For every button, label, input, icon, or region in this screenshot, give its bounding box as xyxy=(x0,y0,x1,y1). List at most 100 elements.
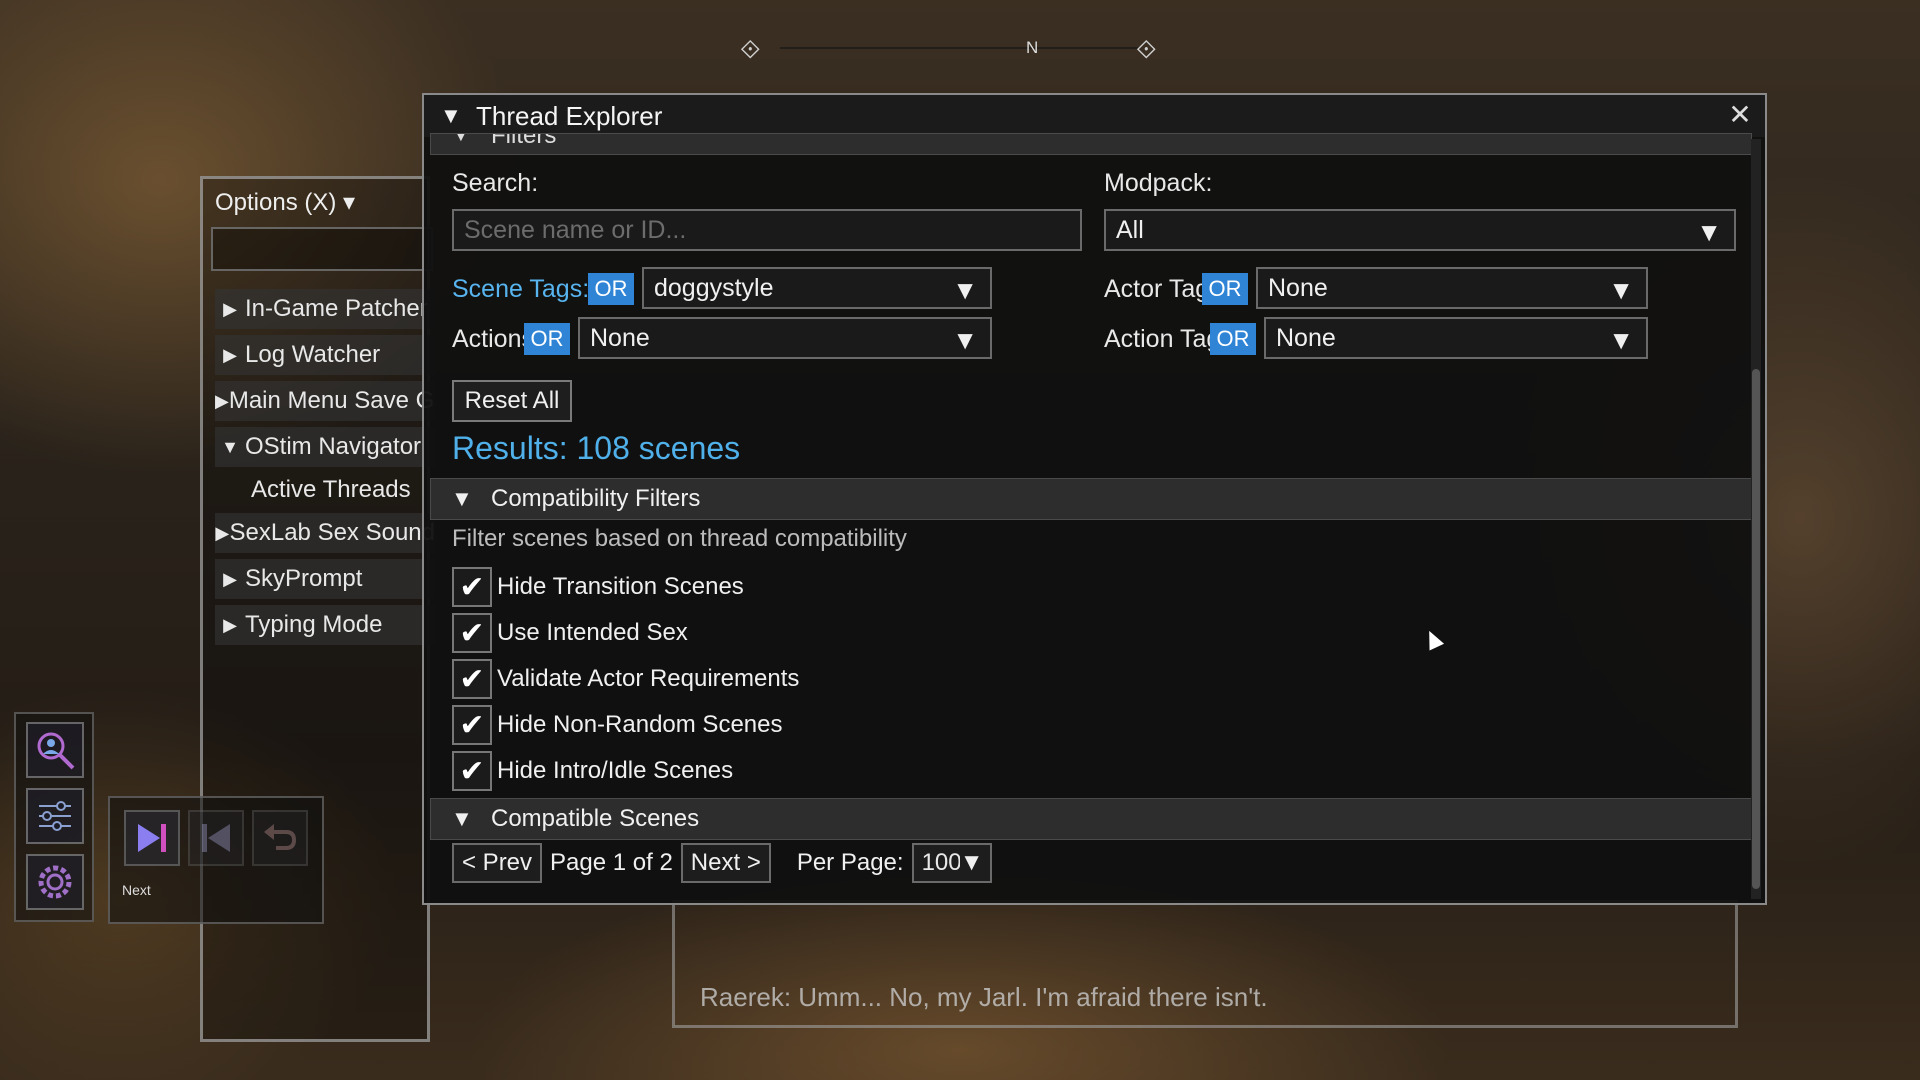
options-item-sexlab-sex-sound[interactable]: ▶ SexLab Sex Sound xyxy=(215,513,435,553)
filters-section-label: Filters xyxy=(491,133,557,149)
per-page-label: Per Page: xyxy=(796,849,904,876)
checkbox-hide-intro-idle-scenes[interactable]: ✔ Hide Intro/Idle Scenes xyxy=(452,751,733,791)
collapse-icon: ▼ xyxy=(451,806,473,831)
search-people-icon[interactable] xyxy=(26,722,84,778)
actions-select[interactable]: None ▼ xyxy=(578,317,992,359)
compass-ornament-right-icon: ⟐ xyxy=(1136,34,1157,64)
sliders-icon[interactable] xyxy=(26,788,84,844)
checkmark-icon[interactable]: ✔ xyxy=(452,567,492,607)
modpack-label: Modpack: xyxy=(1104,169,1213,197)
checkbox-use-intended-sex[interactable]: ✔ Use Intended Sex xyxy=(452,613,688,653)
action-tags-select[interactable]: None ▼ xyxy=(1264,317,1648,359)
close-icon[interactable]: ✕ xyxy=(1727,101,1753,129)
next-page-button[interactable]: Next > xyxy=(680,843,771,883)
checkbox-validate-actor-requirements[interactable]: ✔ Validate Actor Requirements xyxy=(452,659,799,699)
skip-previous-icon[interactable] xyxy=(188,810,244,866)
checkmark-icon[interactable]: ✔ xyxy=(452,751,492,791)
next-label: Next xyxy=(122,882,151,898)
scrollbar[interactable] xyxy=(1751,139,1761,899)
options-subitem-label: Active Threads xyxy=(251,476,411,503)
checkbox-label: Validate Actor Requirements xyxy=(497,665,800,692)
search-label: Search: xyxy=(452,169,539,197)
per-page-select[interactable]: 100 ▼ xyxy=(911,843,992,883)
options-item-label: SexLab Sex Sound xyxy=(229,519,436,546)
options-search-input[interactable] xyxy=(211,227,433,271)
compass: ⟐ N ⟐ xyxy=(740,32,1180,64)
checkmark-icon[interactable]: ✔ xyxy=(452,705,492,745)
compatibility-description: Filter scenes based on thread compatibil… xyxy=(452,525,907,552)
dropdown-arrow-icon: ▼ xyxy=(1608,325,1634,355)
options-item-ostim-navigator[interactable]: ▼ OStim Navigator xyxy=(215,427,435,467)
scrollbar-thumb[interactable] xyxy=(1752,369,1760,889)
modpack-select[interactable]: All ▼ xyxy=(1104,209,1736,251)
expand-right-icon: ▶ xyxy=(223,298,237,319)
options-item-label: SkyPrompt xyxy=(245,565,363,592)
dropdown-arrow-icon: ▼ xyxy=(952,275,978,305)
expand-right-icon: ▶ xyxy=(223,344,237,365)
options-item-log-watcher[interactable]: ▶ Log Watcher xyxy=(215,335,435,375)
checkbox-hide-non-random-scenes[interactable]: ✔ Hide Non-Random Scenes xyxy=(452,705,782,745)
compatibility-filters-header[interactable]: ▼ Compatibility Filters xyxy=(430,478,1752,520)
compatible-scenes-header[interactable]: ▼ Compatible Scenes xyxy=(430,798,1752,840)
page-indicator: Page 1 of 2 xyxy=(550,849,673,876)
actor-tags-mode-button[interactable]: OR xyxy=(1202,273,1248,305)
checkmark-icon[interactable]: ✔ xyxy=(452,659,492,699)
reset-all-button[interactable]: Reset All xyxy=(452,380,572,422)
skip-next-icon[interactable] xyxy=(124,810,180,866)
actions-value: None xyxy=(590,323,650,352)
options-item-label: Typing Mode xyxy=(245,611,383,638)
actor-tags-select[interactable]: None ▼ xyxy=(1256,267,1648,309)
window-titlebar[interactable]: ▼ Thread Explorer ✕ xyxy=(424,95,1765,137)
checkbox-hide-transition-scenes[interactable]: ✔ Hide Transition Scenes xyxy=(452,567,744,607)
options-header-label: Options (X) xyxy=(215,189,337,216)
checkbox-label: Hide Intro/Idle Scenes xyxy=(497,757,734,784)
hud-navigation: Next xyxy=(108,796,324,924)
compass-heading: N xyxy=(1026,38,1039,57)
per-page-value: 100 xyxy=(921,849,962,876)
checkbox-label: Hide Transition Scenes xyxy=(497,573,744,600)
actor-tags-value: None xyxy=(1268,273,1328,302)
compass-bar xyxy=(780,47,1140,49)
options-header[interactable]: Options (X) ▾ xyxy=(215,188,355,217)
scene-tags-mode-button[interactable]: OR xyxy=(588,273,634,305)
options-list: ▶ In-Game Patcher ▶ Log Watcher ▶ Main Menu… xyxy=(215,289,435,651)
options-item-label: Main Menu Save Gan xyxy=(228,387,435,414)
modpack-value: All xyxy=(1116,215,1144,244)
expand-right-icon: ▶ xyxy=(215,522,230,543)
options-item-in-game-patcher[interactable]: ▶ In-Game Patcher xyxy=(215,289,435,329)
options-item-typing-mode[interactable]: ▶ Typing Mode xyxy=(215,605,435,645)
compatible-scenes-label: Compatible Scenes xyxy=(491,805,700,832)
options-item-label: In-Game Patcher xyxy=(245,295,428,322)
collapse-icon[interactable]: ▼ xyxy=(440,103,462,129)
collapse-icon: ▼ xyxy=(451,486,473,511)
options-item-main-menu-save[interactable]: ▶Main Menu Save Gan xyxy=(215,381,435,421)
collapse-icon: ▼ xyxy=(451,133,471,146)
dropdown-arrow-icon: ▼ xyxy=(1608,275,1634,305)
filters-section-header[interactable]: ▼ Filters xyxy=(430,133,1752,155)
expand-right-icon: ▶ xyxy=(215,390,229,411)
dropdown-arrow-icon: ▼ xyxy=(959,849,984,877)
gear-icon[interactable] xyxy=(26,854,84,910)
search-input[interactable]: Scene name or ID... xyxy=(452,209,1082,251)
checkmark-icon[interactable]: ✔ xyxy=(452,613,492,653)
options-subitem-active-threads[interactable]: Active Threads xyxy=(215,473,435,507)
thread-explorer-window: ▼ Thread Explorer ✕ ▼ Filters Search: Sc… xyxy=(422,93,1767,905)
dropdown-arrow-icon: ▼ xyxy=(952,325,978,355)
action-tags-mode-button[interactable]: OR xyxy=(1210,323,1256,355)
options-item-label: OStim Navigator xyxy=(245,433,422,460)
prev-page-button[interactable]: < Prev xyxy=(452,843,543,883)
undo-icon[interactable] xyxy=(252,810,308,866)
checkbox-label: Use Intended Sex xyxy=(497,619,688,646)
results-count: Results: 108 scenes xyxy=(452,430,741,466)
chevron-down-icon: ▾ xyxy=(343,189,356,216)
options-item-skyprompt[interactable]: ▶ SkyPrompt xyxy=(215,559,435,599)
compatibility-filters-label: Compatibility Filters xyxy=(491,485,701,512)
expand-right-icon: ▶ xyxy=(223,614,237,635)
action-tags-value: None xyxy=(1276,323,1336,352)
scene-tags-select[interactable]: doggystyle ▼ xyxy=(642,267,992,309)
expand-down-icon: ▼ xyxy=(221,436,239,457)
actions-mode-button[interactable]: OR xyxy=(524,323,570,355)
dialogue-subtitle: Raerek: Umm... No, my Jarl. I'm afraid t… xyxy=(700,982,1268,1012)
scene-tags-value: doggystyle xyxy=(654,273,774,302)
hud-tool-column xyxy=(14,712,94,922)
